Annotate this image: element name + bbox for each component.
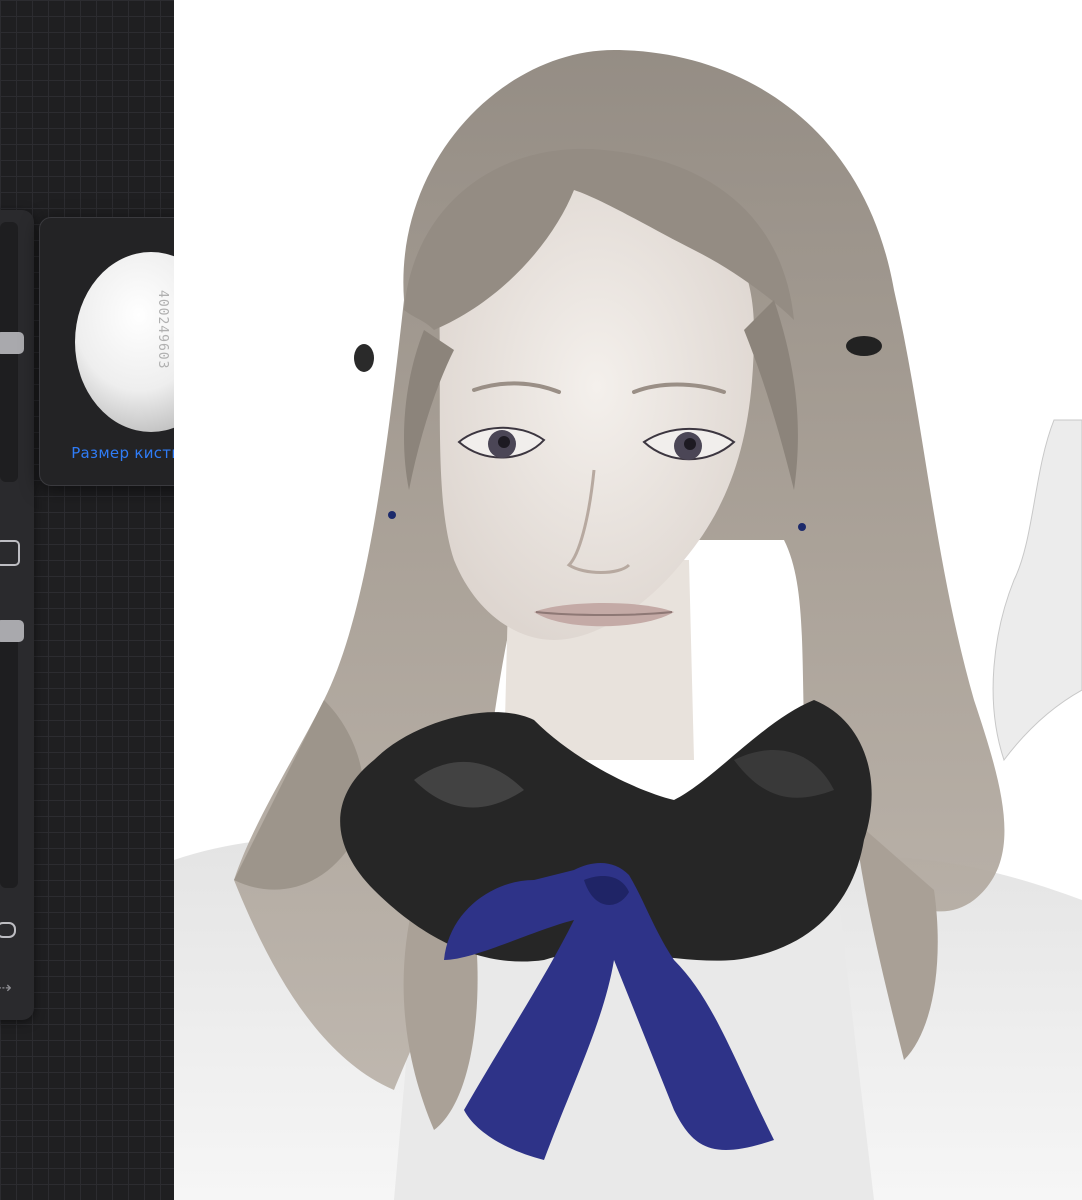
hair-clip-left [354, 344, 374, 372]
redo-icon[interactable]: ⇢ [0, 978, 11, 997]
brush-opacity-slider-thumb[interactable] [0, 620, 24, 642]
hair-clip-right [846, 336, 882, 356]
undo-icon[interactable] [0, 922, 16, 938]
brush-opacity-slider[interactable] [0, 628, 18, 888]
brush-size-slider-thumb[interactable] [0, 332, 24, 354]
background-sketch [992, 419, 1082, 762]
modify-square-button[interactable] [0, 540, 20, 566]
drawing-canvas[interactable] [174, 0, 1082, 1200]
artwork-portrait [174, 50, 1082, 1200]
sidebar-toolbar: ⇢ [0, 210, 34, 1020]
procreate-app: ⇢ 400249603 Размер кисти 26 % [0, 0, 1082, 1200]
egg-imprint-text: 400249603 [155, 290, 170, 369]
left-grid-panel: ⇢ [0, 0, 174, 1200]
